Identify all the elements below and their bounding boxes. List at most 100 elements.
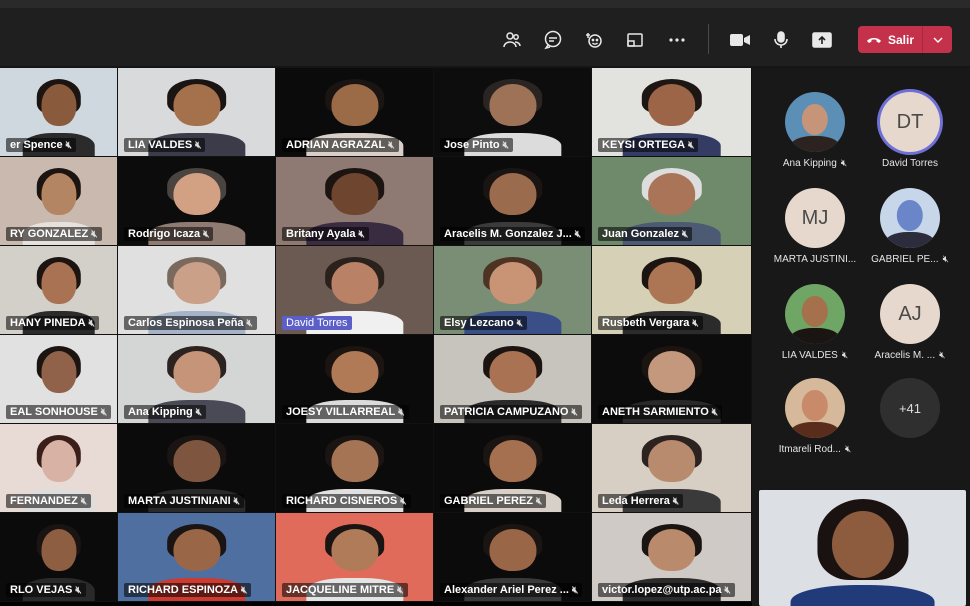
participant-name-label: ANETH SARMIENTO 🔇︎: [598, 405, 723, 419]
participant-name-label: HANY PINEDA 🔇︎: [6, 316, 99, 330]
mic-off-icon: 🔇︎: [516, 317, 524, 329]
video-tile[interactable]: victor.lopez@utp.ac.pa 🔇︎: [592, 513, 752, 602]
participant-name-label: Rusbeth Vergara 🔇︎: [598, 316, 703, 330]
camera-icon[interactable]: [728, 28, 752, 52]
video-tile[interactable]: RICHARD CISNEROS 🔇︎: [276, 424, 434, 513]
video-tile[interactable]: RY GONZALEZ 🔇︎: [0, 157, 118, 246]
participant-card-name: LIA VALDES: [781, 350, 838, 361]
mic-off-icon: 🔇︎: [75, 584, 82, 596]
participant-card[interactable]: MJ MARTA JUSTINI...: [770, 188, 860, 265]
participant-face: [40, 83, 77, 127]
participant-name-label: JACQUELINE MITRE 🔇︎: [282, 583, 408, 597]
participant-name: Leda Herrera: [602, 495, 670, 507]
participant-face: [488, 261, 537, 305]
participant-name-label: EAL SONHOUSE 🔇︎: [6, 405, 112, 419]
toolbar-separator: [708, 24, 709, 54]
reactions-icon[interactable]: [582, 28, 606, 52]
mic-off-icon: 🔇︎: [233, 495, 240, 507]
participant-face: [40, 439, 77, 483]
participant-card[interactable]: Ana Kipping 🔇︎: [770, 92, 860, 169]
video-tile[interactable]: ADRIAN AGRAZAL 🔇︎: [276, 68, 434, 157]
participant-card-name: Aracelis M. ...: [874, 350, 936, 361]
mic-off-icon: 🔇︎: [536, 495, 543, 507]
video-tile[interactable]: Rusbeth Vergara 🔇︎: [592, 246, 752, 335]
video-tile[interactable]: RLO VEJAS 🔇︎: [0, 513, 118, 602]
mic-off-icon: 🔇︎: [841, 350, 849, 361]
mic-off-icon: 🔇︎: [711, 406, 719, 418]
video-tile[interactable]: HANY PINEDA 🔇︎: [0, 246, 118, 335]
participant-card-name: GABRIEL PE...: [871, 254, 939, 265]
participant-face: [330, 261, 379, 305]
chevron-down-icon[interactable]: [923, 37, 952, 43]
participant-card[interactable]: DT David Torres: [865, 92, 955, 169]
video-tile[interactable]: EAL SONHOUSE 🔇︎: [0, 335, 118, 424]
participant-card[interactable]: LIA VALDES 🔇︎: [770, 284, 860, 361]
meeting-toolbar: Salir: [0, 0, 970, 66]
video-tile[interactable]: Leda Herrera 🔇︎: [592, 424, 752, 513]
participant-name-label: RLO VEJAS 🔇︎: [6, 583, 86, 597]
participant-name-label: Elsy Lezcano 🔇︎: [440, 316, 528, 330]
participant-name: Ana Kipping: [128, 406, 193, 418]
video-tile[interactable]: GABRIEL PEREZ 🔇︎: [434, 424, 592, 513]
participant-face: [172, 261, 221, 305]
participant-name-label: Carlos Espinosa Peña 🔇︎: [124, 316, 257, 330]
more-icon[interactable]: [665, 28, 689, 52]
avatar-face: [801, 296, 829, 328]
video-tile[interactable]: Carlos Espinosa Peña 🔇︎: [118, 246, 276, 335]
video-tile[interactable]: Juan Gonzalez 🔇︎: [592, 157, 752, 246]
participant-face: [40, 172, 77, 216]
video-tile[interactable]: Aracelis M. Gonzalez J... 🔇︎: [434, 157, 592, 246]
video-tile[interactable]: er Spence 🔇︎: [0, 68, 118, 157]
video-tile[interactable]: David Torres: [276, 246, 434, 335]
video-tile[interactable]: JACQUELINE MITRE 🔇︎: [276, 513, 434, 602]
participant-name: ADRIAN AGRAZAL: [286, 139, 386, 151]
video-tile[interactable]: MARTA JUSTINIANI 🔇︎: [118, 424, 276, 513]
participant-name-label: victor.lopez@utp.ac.pa 🔇︎: [598, 583, 735, 597]
mic-off-icon: 🔇︎: [100, 406, 108, 418]
participant-name-label: Aracelis M. Gonzalez J... 🔇︎: [440, 227, 586, 241]
share-icon[interactable]: [810, 28, 834, 52]
participants-icon[interactable]: [500, 28, 524, 52]
participant-face: [172, 172, 221, 216]
participant-name: JOESY VILLARREAL: [286, 406, 396, 418]
video-grid: er Spence 🔇︎ LIA VALDES 🔇︎ ADRIAN AGRAZA…: [0, 68, 752, 606]
video-tile[interactable]: Ana Kipping 🔇︎: [118, 335, 276, 424]
phone-hangup-icon: [867, 37, 881, 43]
video-tile[interactable]: RICHARD ESPINOZA 🔇︎: [118, 513, 276, 602]
video-tile[interactable]: Jose Pinto 🔇︎: [434, 68, 592, 157]
video-tile[interactable]: JOESY VILLARREAL 🔇︎: [276, 335, 434, 424]
leave-button-main[interactable]: Salir: [858, 26, 922, 53]
participant-card-name-row: Aracelis M. ... 🔇︎: [865, 350, 955, 361]
video-tile[interactable]: Britany Ayala 🔇︎: [276, 157, 434, 246]
participant-name-label: er Spence 🔇︎: [6, 138, 76, 152]
mic-off-icon: 🔇︎: [400, 495, 407, 507]
participant-card-name-row: LIA VALDES 🔇︎: [770, 350, 860, 361]
participant-card-name-row: David Torres: [865, 158, 955, 169]
mic-icon[interactable]: [769, 28, 793, 52]
video-tile[interactable]: Elsy Lezcano 🔇︎: [434, 246, 592, 335]
participant-name: Alexander Ariel Perez ...: [444, 584, 569, 596]
participant-card[interactable]: Itmareli Rod... 🔇︎: [770, 378, 860, 455]
participant-face: [647, 528, 696, 572]
video-tile[interactable]: KEYSI ORTEGA 🔇︎: [592, 68, 752, 157]
participant-card[interactable]: AJ Aracelis M. ... 🔇︎: [865, 284, 955, 361]
participant-face: [330, 83, 379, 127]
rooms-icon[interactable]: [623, 28, 647, 52]
video-tile[interactable]: FERNANDEZ 🔇︎: [0, 424, 118, 513]
video-tile[interactable]: Rodrigo Icaza 🔇︎: [118, 157, 276, 246]
participant-name-label: Britany Ayala 🔇︎: [282, 227, 369, 241]
avatar: [785, 378, 845, 438]
self-view-face: [831, 510, 894, 579]
more-participants-button[interactable]: +41: [865, 378, 955, 438]
leave-button[interactable]: Salir: [858, 26, 952, 53]
participant-face: [488, 528, 537, 572]
video-tile[interactable]: ANETH SARMIENTO 🔇︎: [592, 335, 752, 424]
video-tile[interactable]: LIA VALDES 🔇︎: [118, 68, 276, 157]
video-tile[interactable]: PATRICIA CAMPUZANO 🔇︎: [434, 335, 592, 424]
participant-name: Elsy Lezcano: [444, 317, 514, 329]
chat-icon[interactable]: [541, 28, 565, 52]
participant-face: [40, 261, 77, 305]
mic-off-icon: 🔇︎: [398, 406, 405, 418]
participant-card[interactable]: GABRIEL PE... 🔇︎: [865, 188, 955, 265]
video-tile[interactable]: Alexander Ariel Perez ... 🔇︎: [434, 513, 592, 602]
